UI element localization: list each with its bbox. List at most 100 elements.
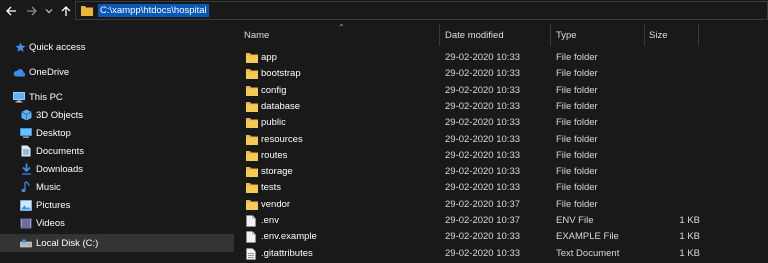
sidebar-item-label: Videos	[36, 217, 65, 229]
file-type: File folder	[556, 166, 598, 177]
file-date-modified: 29-02-2020 10:33	[445, 231, 521, 242]
folder-icon	[81, 6, 93, 16]
file-type: File folder	[556, 52, 598, 63]
file-row[interactable]: .env.example 29-02-2020 10:33 EXAMPLE File…	[234, 229, 768, 245]
folder-icon	[246, 182, 258, 194]
folder-icon	[246, 52, 258, 64]
file-row[interactable]: tests 29-02-2020 10:33 File folder	[234, 180, 768, 196]
sidebar-item-videos[interactable]: Videos	[0, 214, 234, 232]
file-date-modified: 29-02-2020 10:33	[445, 182, 521, 193]
file-date-modified: 29-02-2020 10:33	[445, 248, 521, 259]
folder-icon	[246, 117, 258, 129]
address-toolbar: C:\xampp\htdocs\hospital	[0, 0, 768, 22]
sidebar-item-label: This PC	[29, 91, 63, 103]
file-name: tests	[261, 182, 282, 193]
file-date-modified: 29-02-2020 10:33	[445, 150, 521, 161]
file-name: database	[261, 101, 301, 112]
column-divider[interactable]	[550, 24, 551, 46]
computer-icon	[13, 91, 25, 103]
column-divider[interactable]	[698, 24, 699, 46]
column-divider[interactable]	[644, 24, 645, 46]
file-size: 1 KB	[679, 215, 700, 226]
file-date-modified: 29-02-2020 10:33	[445, 134, 521, 145]
sidebar-item-label: Desktop	[36, 127, 71, 139]
file-row[interactable]: .gitattributes 29-02-2020 10:33 Text Docum…	[234, 246, 768, 262]
file-name: .env	[261, 215, 279, 226]
file-name: app	[261, 52, 277, 63]
file-date-modified: 29-02-2020 10:33	[445, 85, 521, 96]
file-row[interactable]: storage 29-02-2020 10:33 File folder	[234, 164, 768, 180]
file-date-modified: 29-02-2020 10:33	[445, 166, 521, 177]
sidebar-item-label: Downloads	[36, 163, 83, 175]
file-row[interactable]: bootstrap 29-02-2020 10:33 File folder	[234, 66, 768, 82]
music-icon	[20, 181, 32, 193]
chevron-down-icon	[45, 9, 53, 14]
sidebar-item-desktop[interactable]: Desktop	[0, 124, 234, 142]
up-button[interactable]	[58, 3, 74, 19]
sidebar-item-label: Pictures	[36, 199, 71, 211]
file-row[interactable]: public 29-02-2020 10:33 File folder	[234, 115, 768, 131]
star-icon	[14, 41, 26, 53]
file-icon	[246, 231, 258, 243]
folder-icon	[246, 134, 258, 146]
file-name: bootstrap	[261, 68, 301, 79]
recent-locations-button[interactable]	[43, 3, 55, 19]
file-size: 1 KB	[679, 248, 700, 259]
file-type: File folder	[556, 68, 598, 79]
sidebar-item-label: Music	[36, 181, 61, 193]
navigation-pane: Quick access OneDrive This PC 3D Objects…	[0, 22, 234, 258]
column-header-row: ⌃ Name Date modified Type Size	[234, 22, 768, 48]
file-type: File folder	[556, 134, 598, 145]
file-date-modified: 29-02-2020 10:33	[445, 117, 521, 128]
sidebar-item-pictures[interactable]: Pictures	[0, 196, 234, 214]
sidebar-item-quick-access[interactable]: Quick access	[0, 38, 234, 56]
sidebar-item-label: Quick access	[29, 41, 86, 53]
column-header-date[interactable]: Date modified	[445, 29, 504, 43]
file-date-modified: 29-02-2020 10:33	[445, 101, 521, 112]
file-type: File folder	[556, 199, 598, 210]
file-row[interactable]: routes 29-02-2020 10:33 File folder	[234, 148, 768, 164]
file-name: .env.example	[261, 231, 317, 242]
column-header-size[interactable]: Size	[649, 29, 667, 43]
sidebar-item-label: Documents	[36, 145, 85, 157]
column-header-type[interactable]: Type	[556, 29, 577, 43]
text-file-icon	[246, 248, 258, 260]
video-icon	[20, 217, 32, 229]
file-name: config	[261, 85, 287, 96]
file-name: routes	[261, 150, 288, 161]
back-button[interactable]	[3, 3, 19, 19]
sidebar-item-3d-objects[interactable]: 3D Objects	[0, 106, 234, 124]
folder-icon	[246, 199, 258, 211]
folder-icon	[246, 68, 258, 80]
sidebar-item-label: Local Disk (C:)	[36, 237, 99, 249]
sidebar-item-this-pc[interactable]: This PC	[0, 88, 234, 106]
sidebar-item-onedrive[interactable]: OneDrive	[0, 63, 234, 81]
file-row[interactable]: app 29-02-2020 10:33 File folder	[234, 50, 768, 66]
cloud-icon	[13, 66, 25, 78]
download-icon	[20, 163, 32, 175]
sidebar-item-local-disk[interactable]: Local Disk (C:)	[0, 234, 234, 252]
forward-button[interactable]	[24, 3, 40, 19]
file-row[interactable]: vendor 29-02-2020 10:37 File folder	[234, 197, 768, 213]
sidebar-item-music[interactable]: Music	[0, 178, 234, 196]
folder-icon	[246, 150, 258, 162]
file-row[interactable]: resources 29-02-2020 10:33 File folder	[234, 132, 768, 148]
sidebar-item-downloads[interactable]: Downloads	[0, 160, 234, 178]
file-name: .gitattributes	[261, 248, 313, 259]
file-type: File folder	[556, 85, 598, 96]
folder-icon	[246, 101, 258, 113]
sidebar-item-label: OneDrive	[29, 66, 70, 78]
file-row[interactable]: database 29-02-2020 10:33 File folder	[234, 99, 768, 115]
file-date-modified: 29-02-2020 10:37	[445, 215, 521, 226]
file-row[interactable]: .env 29-02-2020 10:37 ENV File 1 KB	[234, 213, 768, 229]
sidebar-item-documents[interactable]: Documents	[0, 142, 234, 160]
folder-icon	[246, 166, 258, 178]
column-header-name[interactable]: Name	[244, 29, 269, 43]
file-date-modified: 29-02-2020 10:37	[445, 199, 521, 210]
address-path[interactable]: C:\xampp\htdocs\hospital	[98, 4, 209, 17]
column-divider[interactable]	[439, 24, 440, 46]
file-type: File folder	[556, 117, 598, 128]
file-row[interactable]: config 29-02-2020 10:33 File folder	[234, 83, 768, 99]
address-bar[interactable]: C:\xampp\htdocs\hospital	[75, 1, 768, 20]
drive-icon	[20, 237, 32, 249]
